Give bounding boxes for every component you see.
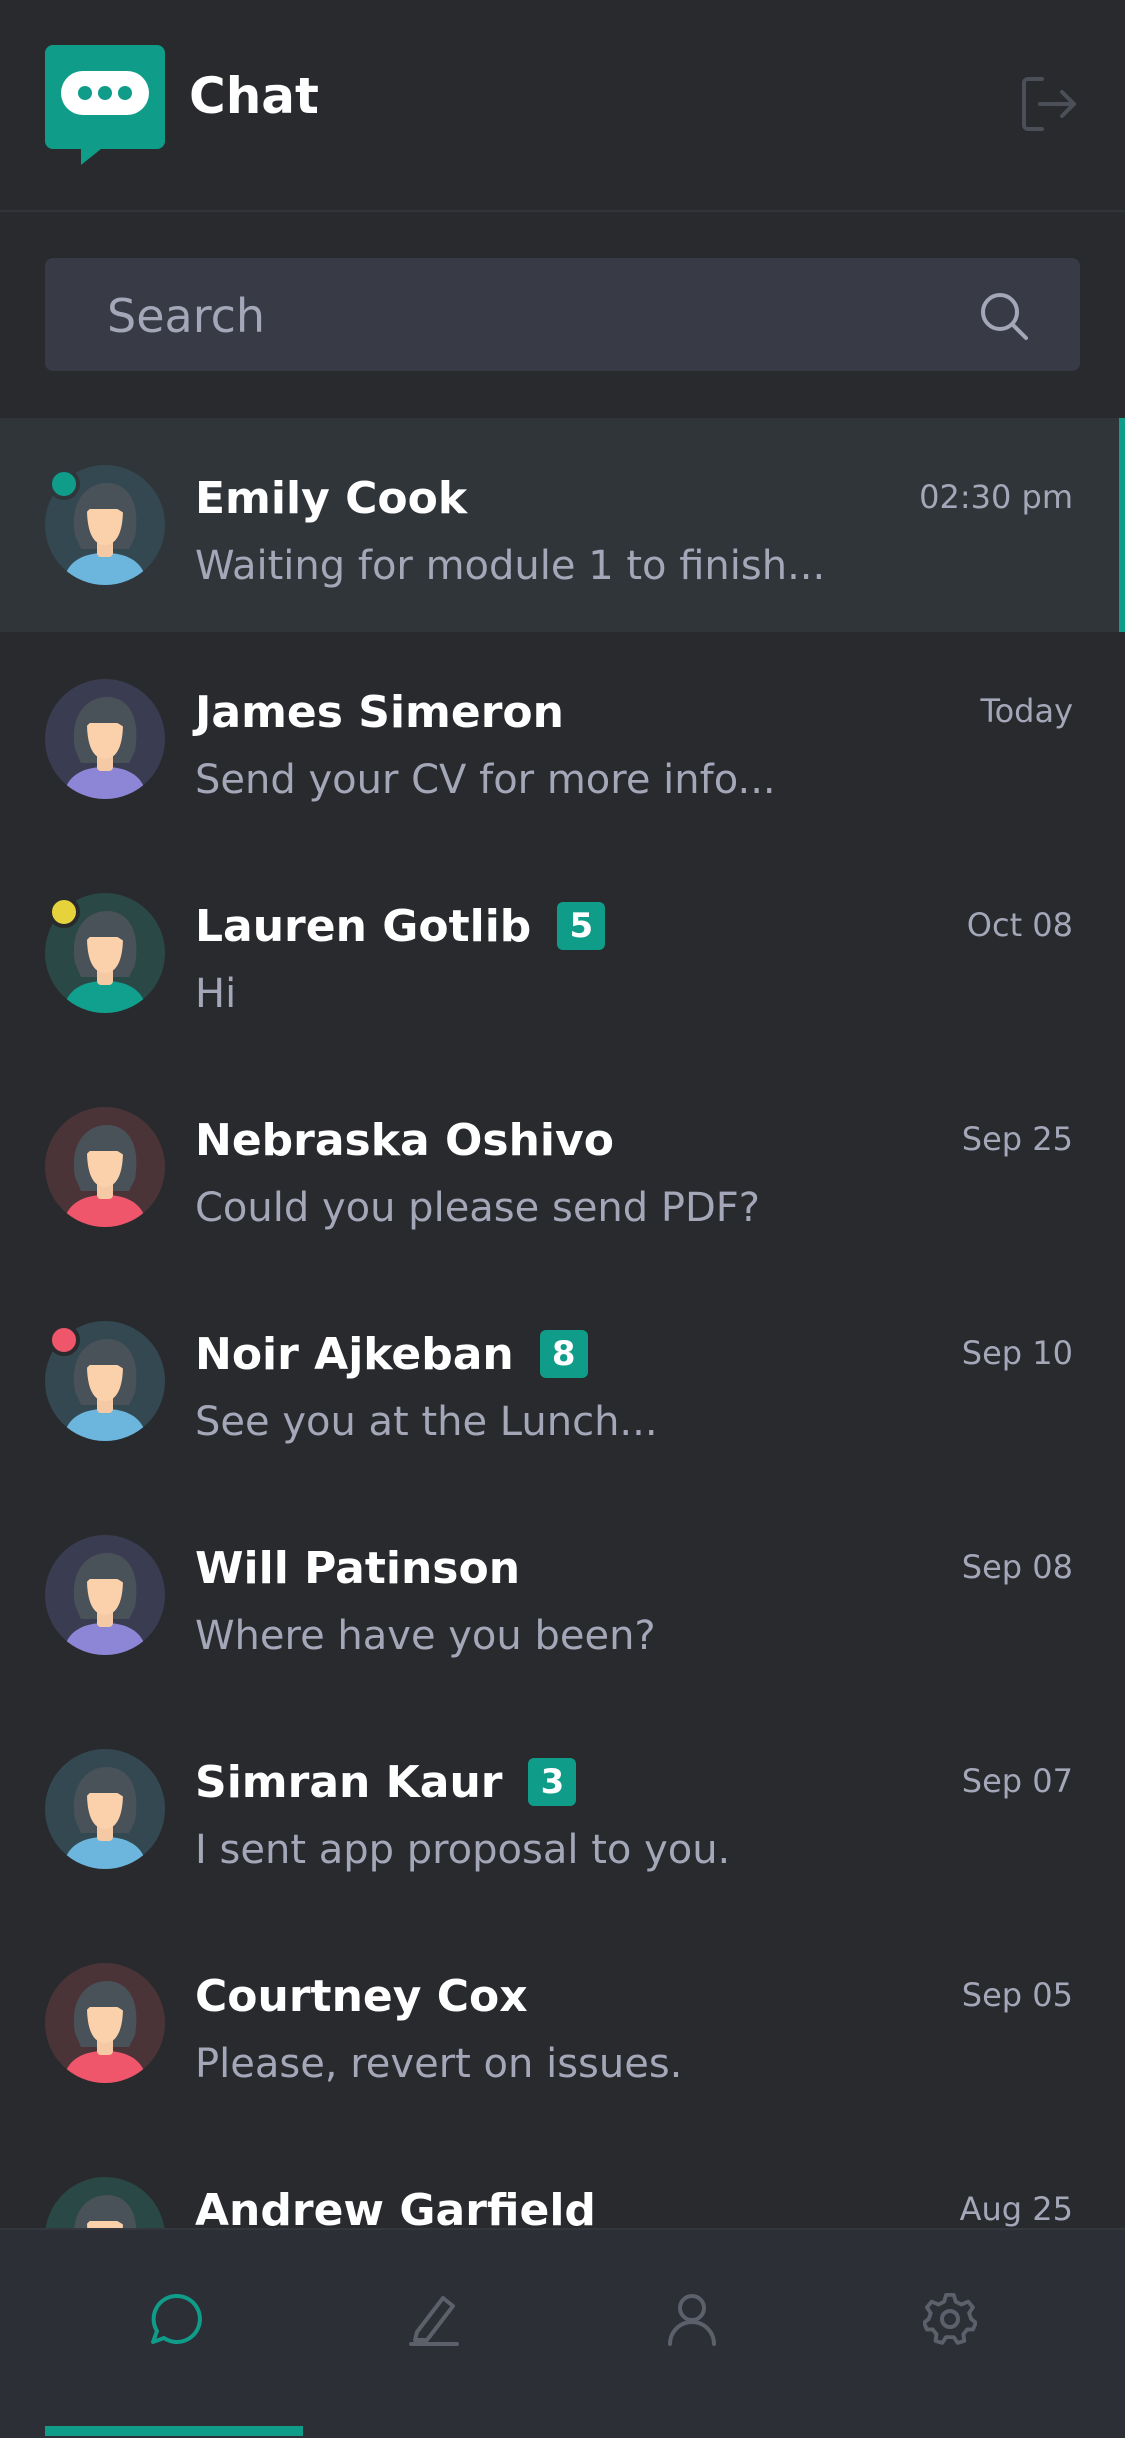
contact-name-line: Andrew Garfield — [195, 2178, 596, 2229]
contact-name: Simran Kaur — [195, 1756, 503, 1808]
conversation-item[interactable]: Andrew Garfield Aug 25 — [0, 2130, 1125, 2228]
status-dot — [48, 896, 80, 928]
contact-name-line: Simran Kaur 3 — [195, 1750, 577, 1814]
message-time: Sep 25 — [961, 1120, 1073, 1158]
avatar — [45, 1107, 165, 1227]
conversation-item[interactable]: Nebraska Oshivo Sep 25 Could you please … — [0, 1060, 1125, 1274]
contact-name: Courtney Cox — [195, 1970, 528, 2022]
message-preview: I sent app proposal to you. — [195, 1827, 731, 1873]
message-time: 02:30 pm — [919, 478, 1073, 516]
page-title: Chat — [189, 67, 319, 125]
search-input[interactable] — [105, 258, 969, 373]
bottom-tab-bar — [0, 2228, 1125, 2438]
tab-compose[interactable] — [303, 2230, 561, 2438]
contact-name-line: Emily Cook — [195, 466, 467, 530]
message-time: Sep 05 — [961, 1976, 1073, 2014]
profile-icon — [668, 2294, 716, 2346]
contact-name-line: James Simeron — [195, 680, 564, 744]
search-icon[interactable] — [978, 290, 1030, 342]
avatar — [45, 1963, 165, 2083]
message-preview: Waiting for module 1 to finish... — [195, 543, 826, 589]
message-time: Aug 25 — [959, 2190, 1073, 2228]
contact-name: Emily Cook — [195, 472, 468, 524]
compose-icon — [409, 2296, 459, 2346]
message-preview: Where have you been? — [195, 1613, 656, 1659]
message-preview: Send your CV for more info... — [195, 757, 776, 803]
contact-name: Nebraska Oshivo — [195, 1114, 614, 1166]
message-preview: Please, revert on issues. — [195, 2041, 683, 2087]
logout-icon[interactable] — [1020, 75, 1078, 133]
contact-name-line: Nebraska Oshivo — [195, 1108, 614, 1172]
conversation-item[interactable]: Lauren Gotlib 5 Oct 08 Hi — [0, 846, 1125, 1060]
tab-chat[interactable] — [45, 2230, 303, 2438]
contact-name-line: Noir Ajkeban 8 — [195, 1322, 588, 1386]
conversation-item[interactable]: Emily Cook 02:30 pm Waiting for module 1… — [0, 418, 1125, 632]
settings-icon — [923, 2292, 977, 2345]
message-preview: See you at the Lunch... — [195, 1399, 658, 1445]
message-time: Sep 10 — [961, 1334, 1073, 1372]
message-time: Today — [980, 692, 1073, 730]
message-time: Sep 08 — [961, 1548, 1073, 1586]
contact-name-line: Lauren Gotlib 5 — [195, 894, 606, 958]
status-dot — [48, 1324, 80, 1356]
avatar — [45, 679, 165, 799]
contact-name: Lauren Gotlib — [195, 900, 532, 952]
avatar — [45, 2177, 165, 2228]
message-time: Oct 08 — [966, 906, 1073, 944]
app-header: Chat — [0, 0, 1125, 212]
conversation-item[interactable]: Will Patinson Sep 08 Where have you been… — [0, 1488, 1125, 1702]
conversation-list: Emily Cook 02:30 pm Waiting for module 1… — [0, 418, 1125, 2228]
search-bar — [45, 258, 1080, 373]
contact-name: Noir Ajkeban — [195, 1328, 514, 1380]
unread-badge: 8 — [539, 1330, 588, 1378]
chat-bubble-dots-icon — [45, 45, 165, 165]
message-preview: Hi — [195, 971, 237, 1017]
contact-name-line: Will Patinson — [195, 1536, 520, 1600]
avatar — [45, 1749, 165, 1869]
unread-badge: 5 — [557, 902, 606, 950]
conversation-item[interactable]: Courtney Cox Sep 05 Please, revert on is… — [0, 1916, 1125, 2130]
message-preview: Could you please send PDF? — [195, 1185, 761, 1231]
unread-badge: 3 — [528, 1758, 577, 1806]
avatar — [45, 1535, 165, 1655]
contact-name: Will Patinson — [195, 1542, 521, 1594]
tab-profile[interactable] — [561, 2230, 819, 2438]
message-time: Sep 07 — [961, 1762, 1073, 1800]
contact-name-line: Courtney Cox — [195, 1964, 528, 2028]
active-tab-indicator — [45, 2426, 303, 2436]
contact-name: James Simeron — [195, 686, 564, 738]
chat-icon — [151, 2293, 202, 2344]
status-dot — [48, 468, 80, 500]
conversation-item[interactable]: Simran Kaur 3 Sep 07 I sent app proposal… — [0, 1702, 1125, 1916]
conversation-item[interactable]: James Simeron Today Send your CV for mor… — [0, 632, 1125, 846]
tab-settings[interactable] — [819, 2230, 1077, 2438]
conversation-item[interactable]: Noir Ajkeban 8 Sep 10 See you at the Lun… — [0, 1274, 1125, 1488]
contact-name: Andrew Garfield — [195, 2184, 596, 2229]
